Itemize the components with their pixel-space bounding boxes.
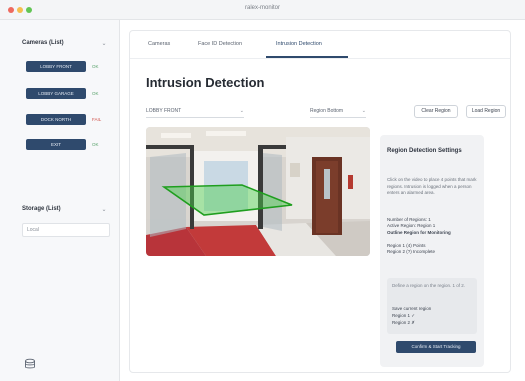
region-select-value: Region Bottom: [310, 108, 344, 114]
camera-status-3: FAIL: [92, 117, 102, 122]
camera-button-2[interactable]: LOBBY GARAGE: [26, 88, 86, 99]
outline-heading: Outline Region for Monitoring: [387, 230, 451, 236]
window-titlebar: ralex-monitor: [0, 0, 525, 20]
sidebar: Cameras (List) ⌄ LOBBY FRONT OK LOBBY GA…: [0, 20, 120, 381]
tab-face-id-detection[interactable]: Face ID Detection: [198, 41, 242, 47]
camera-status-2: OK: [92, 91, 99, 96]
confirm-start-tracking-button[interactable]: Confirm & Start Tracking: [396, 341, 476, 353]
region-1-selected: Region 1 ✓: [392, 313, 416, 318]
clear-region-button[interactable]: Clear Region: [414, 105, 458, 118]
storage-input[interactable]: Local: [22, 223, 110, 237]
region-count-value: 1: [428, 217, 431, 222]
load-region-button[interactable]: Load Region: [466, 105, 506, 118]
panel-description: Click on the video to place 4 points tha…: [387, 177, 477, 195]
region-2-status: Region 2 (?) Incomplete: [387, 249, 436, 254]
camera-select[interactable]: LOBBY FRONT ⌄: [146, 105, 244, 118]
main-panel: Cameras Face ID Detection Intrusion Dete…: [129, 30, 511, 373]
tab-bar: Cameras Face ID Detection Intrusion Dete…: [130, 31, 510, 59]
tab-intrusion-detection[interactable]: Intrusion Detection: [276, 41, 322, 47]
active-tab-indicator: [266, 56, 348, 58]
region-select[interactable]: Region Bottom ⌄: [310, 105, 366, 118]
active-region: Active Region: Region 1: [387, 223, 435, 229]
video-frame-image: [146, 127, 370, 256]
active-region-label: Active Region:: [387, 223, 417, 228]
chevron-down-icon[interactable]: ⌄: [100, 206, 108, 214]
region-count-label: Number of Regions:: [387, 217, 428, 222]
region-note-text: Define a region on the region. 1 of 2.: [392, 283, 466, 288]
region-2-selected: Region 2 ✗: [392, 320, 416, 325]
active-region-value: Region 1: [417, 223, 436, 228]
cameras-section-title: Cameras (List): [22, 40, 64, 46]
chevron-down-icon: ⌄: [361, 108, 366, 114]
outline-heading-text: Outline Region for Monitoring: [387, 230, 451, 235]
camera-button-1[interactable]: LOBBY FRONT: [26, 61, 86, 72]
panel-title: Region Detection Settings: [387, 148, 462, 154]
region-settings-panel: Region Detection Settings Click on the v…: [380, 135, 484, 367]
database-icon[interactable]: [24, 358, 36, 370]
camera-status-4: OK: [92, 142, 99, 147]
chevron-down-icon[interactable]: ⌄: [100, 40, 108, 48]
window-title: ralex-monitor: [244, 5, 280, 11]
camera-button-3[interactable]: DOCK NORTH: [26, 114, 86, 125]
camera-status-1: OK: [92, 64, 99, 69]
camera-select-value: LOBBY FRONT: [146, 108, 182, 114]
page-title: Intrusion Detection: [146, 75, 265, 90]
chevron-down-icon: ⌄: [239, 108, 244, 114]
tab-cameras[interactable]: Cameras: [148, 41, 170, 47]
storage-section-title: Storage (List): [22, 206, 61, 212]
region-note-box: Define a region on the region. 1 of 2. S…: [387, 278, 477, 334]
camera-button-4[interactable]: EXIT: [26, 139, 86, 150]
camera-video-feed[interactable]: [146, 127, 370, 256]
save-current-region-option[interactable]: Save current region: [392, 306, 431, 312]
